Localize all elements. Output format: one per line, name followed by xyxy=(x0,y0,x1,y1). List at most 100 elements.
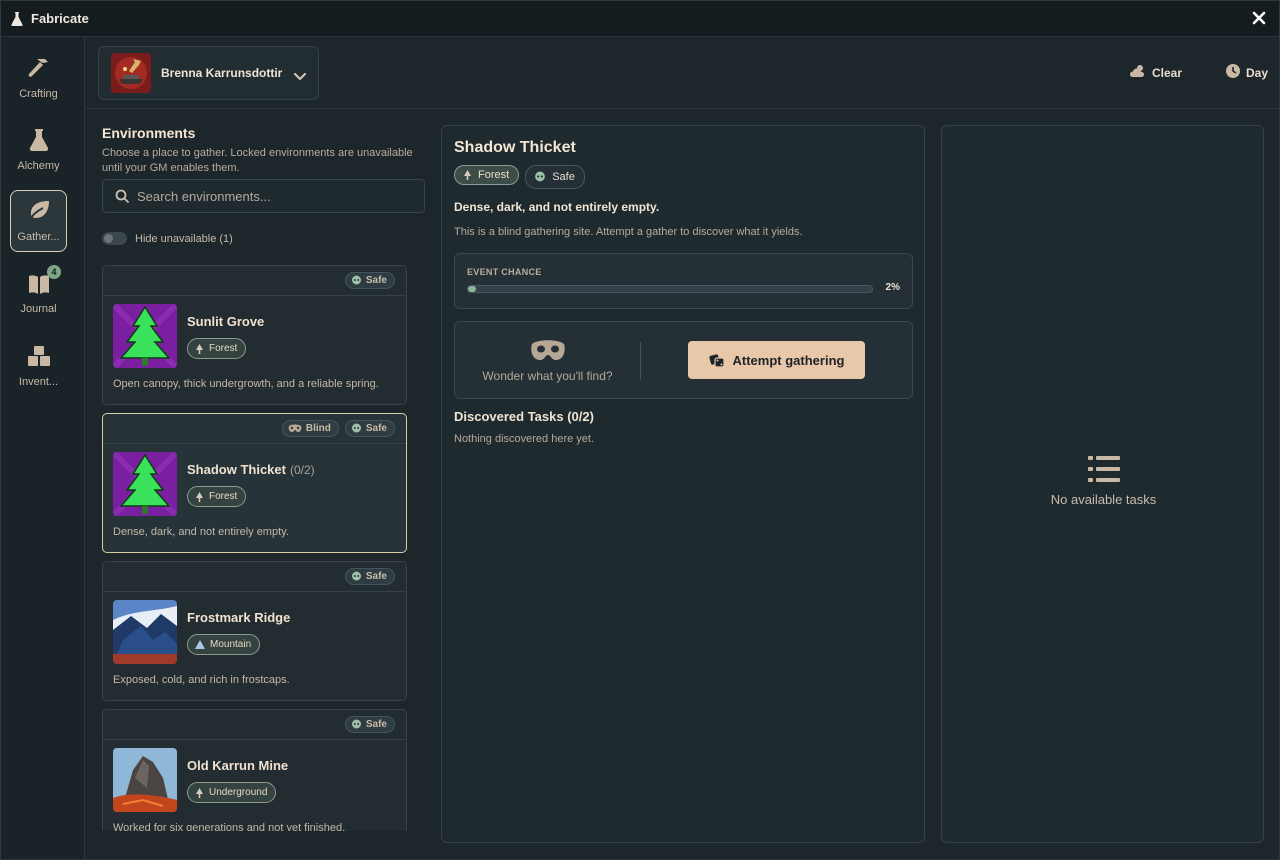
dice-icon xyxy=(708,354,725,368)
environment-image xyxy=(113,748,177,812)
safe-tag: Safe xyxy=(344,420,395,437)
skull-icon xyxy=(351,719,361,729)
search-box xyxy=(102,179,425,213)
biome-badge: Forest xyxy=(187,338,247,359)
environment-detail: Shadow Thicket Forest Safe Dense, dark, … xyxy=(441,125,925,843)
biome-badge: Mountain xyxy=(187,634,261,655)
environments-description: Choose a place to gather. Locked environ… xyxy=(102,147,413,174)
biome-badge: Forest xyxy=(187,486,247,507)
wonder-block: Wonder what you'll find? xyxy=(455,322,640,400)
environment-description: Open canopy, thick undergrowth, and a re… xyxy=(113,378,379,390)
divider xyxy=(640,342,641,380)
character-name: Brenna Karrunsdottir xyxy=(161,66,283,80)
safe-tag: Safe xyxy=(525,165,585,189)
tree-icon xyxy=(196,491,203,502)
sidebar-item-inventory[interactable]: Invent... xyxy=(10,335,67,397)
skull-icon xyxy=(351,571,361,581)
environments-panel: Environments Choose a place to gather. L… xyxy=(102,125,426,245)
environment-image xyxy=(113,452,177,516)
mask-icon xyxy=(530,340,565,360)
no-tasks-label: No available tasks xyxy=(1050,492,1157,507)
blind-tag: Blind xyxy=(281,420,339,437)
chevron-down-icon xyxy=(294,69,307,81)
environment-card-frostmark-ridge[interactable]: Safe Frostmark Ridge Mountain Exposed, c… xyxy=(102,561,407,701)
tasks-empty-state: No available tasks xyxy=(942,456,1265,507)
clock-icon xyxy=(1225,64,1240,81)
biome-badge: Underground xyxy=(187,782,277,803)
weather-label: Clear xyxy=(1151,65,1182,80)
title-bar: Fabricate xyxy=(1,1,1279,37)
tree-icon xyxy=(196,787,203,798)
event-chance-fill xyxy=(468,286,477,292)
boxes-icon xyxy=(27,345,51,370)
safe-tag: Safe xyxy=(344,568,395,585)
journal-icon xyxy=(28,274,50,297)
time-label: Day xyxy=(1245,65,1268,80)
hammer-icon xyxy=(27,57,51,82)
environment-image xyxy=(113,304,177,368)
detail-title: Shadow Thicket xyxy=(454,139,576,156)
environment-card-shadow-thicket[interactable]: Blind Safe Shadow Thicket (0/2) Forest De… xyxy=(102,413,407,553)
detail-note: This is a blind gathering site. Attempt … xyxy=(454,226,803,238)
environment-name: Sunlit Grove xyxy=(187,314,265,329)
time-of-day-button[interactable]: Day xyxy=(1225,64,1268,81)
skull-icon xyxy=(535,171,546,182)
search-icon xyxy=(115,189,129,203)
avatar xyxy=(111,53,151,93)
card-tags: Safe xyxy=(103,710,406,740)
sidebar-item-label: Journal xyxy=(20,302,57,315)
sidebar-item-label: Crafting xyxy=(19,87,58,100)
toggle-switch[interactable] xyxy=(102,232,127,245)
close-icon[interactable] xyxy=(1251,10,1267,26)
environments-title: Environments xyxy=(102,125,196,141)
sidebar-item-crafting[interactable]: Crafting xyxy=(10,47,67,109)
attempt-gathering-button[interactable]: Attempt gathering xyxy=(688,341,865,379)
weather-button[interactable]: Clear xyxy=(1129,64,1182,81)
tree-icon xyxy=(196,343,203,354)
attempt-gathering-label: Attempt gathering xyxy=(732,352,845,368)
sidebar-item-label: Invent... xyxy=(18,375,59,388)
tasks-panel: No available tasks xyxy=(941,125,1264,843)
environment-description: Exposed, cold, and rich in frostcaps. xyxy=(113,674,290,686)
top-bar: Brenna Karrunsdottir Clear Day xyxy=(86,37,1279,109)
card-tags: Safe xyxy=(103,562,406,592)
environment-card-old-karrun-mine[interactable]: Safe Old Karrun Mine Underground Worked … xyxy=(102,709,407,831)
mountain-icon xyxy=(195,640,205,649)
cloud-sun-icon xyxy=(1129,64,1146,81)
app-title: Fabricate xyxy=(31,11,89,26)
wonder-text: Wonder what you'll find? xyxy=(482,369,613,383)
environment-card-sunlit-grove[interactable]: Safe Sunlit Grove Forest Open canopy, th… xyxy=(102,265,407,405)
environment-name: Frostmark Ridge xyxy=(187,610,291,625)
skull-icon xyxy=(351,423,361,433)
environment-description: Worked for six generations and not yet f… xyxy=(113,822,346,831)
sidebar-item-journal[interactable]: 4 Journal xyxy=(10,263,67,325)
sidebar: Crafting Alchemy Gather... 4 Journal Inv… xyxy=(1,37,85,859)
sidebar-item-label: Alchemy xyxy=(17,159,60,172)
mask-icon xyxy=(288,424,302,432)
event-chance-bar xyxy=(467,285,873,293)
discovered-tasks-title: Discovered Tasks (0/2) xyxy=(454,409,594,424)
card-tags: Safe xyxy=(103,266,406,296)
tree-icon xyxy=(464,170,471,180)
hide-unavailable-toggle[interactable]: Hide unavailable (1) xyxy=(102,232,233,245)
environment-list: Safe Sunlit Grove Forest Open canopy, th… xyxy=(102,265,407,831)
event-chance-box: EVENT CHANCE 2% xyxy=(454,253,913,309)
environment-name: Shadow Thicket (0/2) xyxy=(187,462,315,477)
hide-unavailable-label: Hide unavailable (1) xyxy=(135,232,233,245)
event-chance-label: EVENT CHANCE xyxy=(467,267,542,277)
list-icon xyxy=(1087,456,1120,482)
card-tags: Blind Safe xyxy=(103,414,406,444)
sidebar-item-gathering[interactable]: Gather... xyxy=(10,190,67,252)
discovered-tasks-empty: Nothing discovered here yet. xyxy=(454,433,595,445)
environment-image xyxy=(113,600,177,664)
safe-tag: Safe xyxy=(344,272,395,289)
sidebar-item-alchemy[interactable]: Alchemy xyxy=(10,119,67,181)
event-chance-value: 2% xyxy=(885,282,900,293)
character-select[interactable]: Brenna Karrunsdottir xyxy=(98,46,319,100)
flask-icon xyxy=(11,11,25,27)
detail-subtitle: Dense, dark, and not entirely empty. xyxy=(454,200,660,214)
safe-tag: Safe xyxy=(344,716,395,733)
environment-name: Old Karrun Mine xyxy=(187,758,289,773)
detail-tags: Forest Safe xyxy=(454,165,585,189)
search-input[interactable] xyxy=(137,188,407,204)
